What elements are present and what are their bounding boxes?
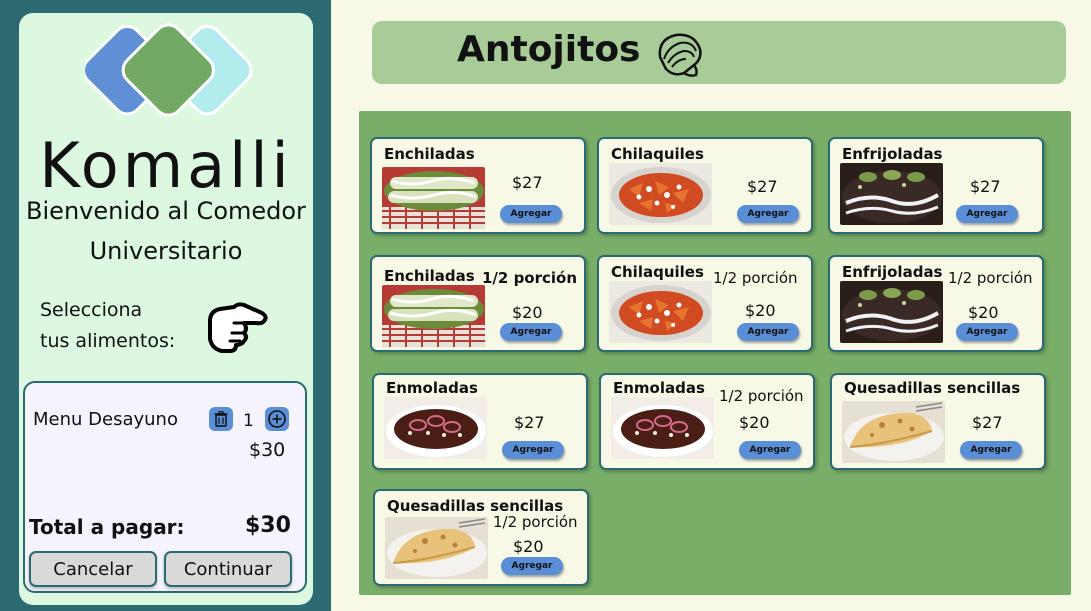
menu-item-title: Enchiladas	[384, 145, 475, 163]
menu-item-card: Enmoladas 1/2 porción $20 Agregar	[599, 373, 815, 470]
menu-item-title: Enchiladas	[384, 267, 475, 285]
select-line-1: Selecciona	[40, 299, 143, 321]
select-food-prompt: Selecciona tus alimentos:	[40, 295, 200, 357]
cart-item-price: $30	[249, 439, 286, 461]
menu-item-photo	[609, 163, 712, 225]
add-to-order-button[interactable]: Agregar	[500, 205, 562, 223]
menu-item-price: $27	[512, 173, 543, 192]
menu-item-portion: 1/2 porción	[482, 269, 578, 287]
menu-item-card: Enmoladas $27 Agregar	[372, 373, 588, 470]
menu-item-title: Chilaquiles	[611, 263, 704, 281]
menu-item-price: $20	[968, 303, 999, 322]
remove-item-button[interactable]	[209, 407, 233, 431]
menu-item-price: $27	[747, 177, 778, 196]
menu-item-price: $20	[512, 303, 543, 322]
menu-item-price: $20	[745, 301, 776, 320]
menu-item-portion: 1/2 porción	[493, 513, 578, 531]
increase-quantity-button[interactable]	[265, 407, 289, 431]
menu-item-card: Quesadillas sencillas $27 Agregar	[830, 373, 1046, 470]
menu-item-price: $20	[739, 413, 770, 432]
total-value: $30	[245, 513, 291, 538]
cancel-button[interactable]: Cancelar	[29, 551, 157, 587]
menu-item-portion: 1/2 porción	[948, 269, 1033, 287]
add-to-order-button[interactable]: Agregar	[737, 205, 799, 223]
taco-icon	[658, 33, 702, 77]
menu-item-title: Enfrijoladas	[842, 263, 943, 281]
menu-item-photo	[385, 517, 488, 579]
welcome-line-2: Universitario	[89, 237, 243, 265]
cart-panel: Menu Desayuno 1 $30 Total a pagar: $30 C…	[23, 381, 307, 593]
add-to-order-button[interactable]: Agregar	[502, 441, 564, 459]
menu-item-photo	[840, 281, 943, 343]
continue-button[interactable]: Continuar	[164, 551, 292, 587]
add-to-order-button[interactable]: Agregar	[739, 441, 801, 459]
menu-item-price: $27	[970, 177, 1001, 196]
sidebar: Komalli Bienvenido al Comedor Universita…	[19, 13, 313, 605]
category-header: Antojitos	[372, 21, 1066, 84]
add-to-order-button[interactable]: Agregar	[500, 323, 562, 341]
menu-item-portion: 1/2 porción	[719, 387, 804, 405]
menu-item-photo	[611, 397, 714, 459]
menu-item-photo	[842, 401, 945, 463]
trash-icon	[214, 411, 228, 427]
menu-item-photo	[384, 397, 487, 459]
menu-item-title: Chilaquiles	[611, 145, 704, 163]
menu-item-photo	[609, 281, 712, 343]
menu-item-price: $20	[513, 537, 544, 556]
total-label: Total a pagar:	[29, 515, 185, 539]
pointing-hand-icon	[208, 302, 268, 353]
menu-item-title: Enfrijoladas	[842, 145, 943, 163]
menu-item-card: Enchiladas $27 Agregar	[370, 137, 586, 234]
menu-item-card: Enfrijoladas 1/2 porción $20 Agregar	[828, 255, 1044, 352]
welcome-line-1: Bienvenido al Comedor	[26, 197, 306, 225]
add-to-order-button[interactable]: Agregar	[501, 557, 563, 575]
plus-circle-icon	[268, 410, 286, 428]
menu-item-title: Enmoladas	[386, 379, 478, 397]
add-to-order-button[interactable]: Agregar	[960, 441, 1022, 459]
menu-item-photo	[382, 285, 485, 347]
menu-item-photo	[840, 163, 943, 225]
menu-item-photo	[382, 167, 485, 229]
menu-item-card: Chilaquiles 1/2 porción $20 Agregar	[597, 255, 813, 352]
menu-item-card: Enfrijoladas $27 Agregar	[828, 137, 1044, 234]
add-to-order-button[interactable]: Agregar	[956, 323, 1018, 341]
menu-item-portion: 1/2 porción	[713, 269, 798, 287]
cart-item-name: Menu Desayuno	[33, 409, 178, 430]
welcome-message: Bienvenido al Comedor Universitario	[19, 191, 313, 271]
menu-item-card: Quesadillas sencillas 1/2 porción $20 Agreg…	[373, 489, 589, 586]
menu-item-title: Quesadillas sencillas	[844, 379, 1021, 397]
menu-item-title: Enmoladas	[613, 379, 705, 397]
menu-item-card: Chilaquiles $27 Agregar	[597, 137, 813, 234]
category-title: Antojitos	[457, 29, 641, 70]
cart-item-quantity: 1	[243, 411, 254, 431]
menu-item-card: Enchiladas 1/2 porción $20 Agregar	[370, 255, 586, 352]
add-to-order-button[interactable]: Agregar	[737, 323, 799, 341]
menu-item-price: $27	[972, 413, 1003, 432]
komalli-logo	[85, 23, 253, 117]
menu-item-price: $27	[514, 413, 545, 432]
add-to-order-button[interactable]: Agregar	[956, 205, 1018, 223]
select-line-2: tus alimentos:	[40, 330, 176, 352]
